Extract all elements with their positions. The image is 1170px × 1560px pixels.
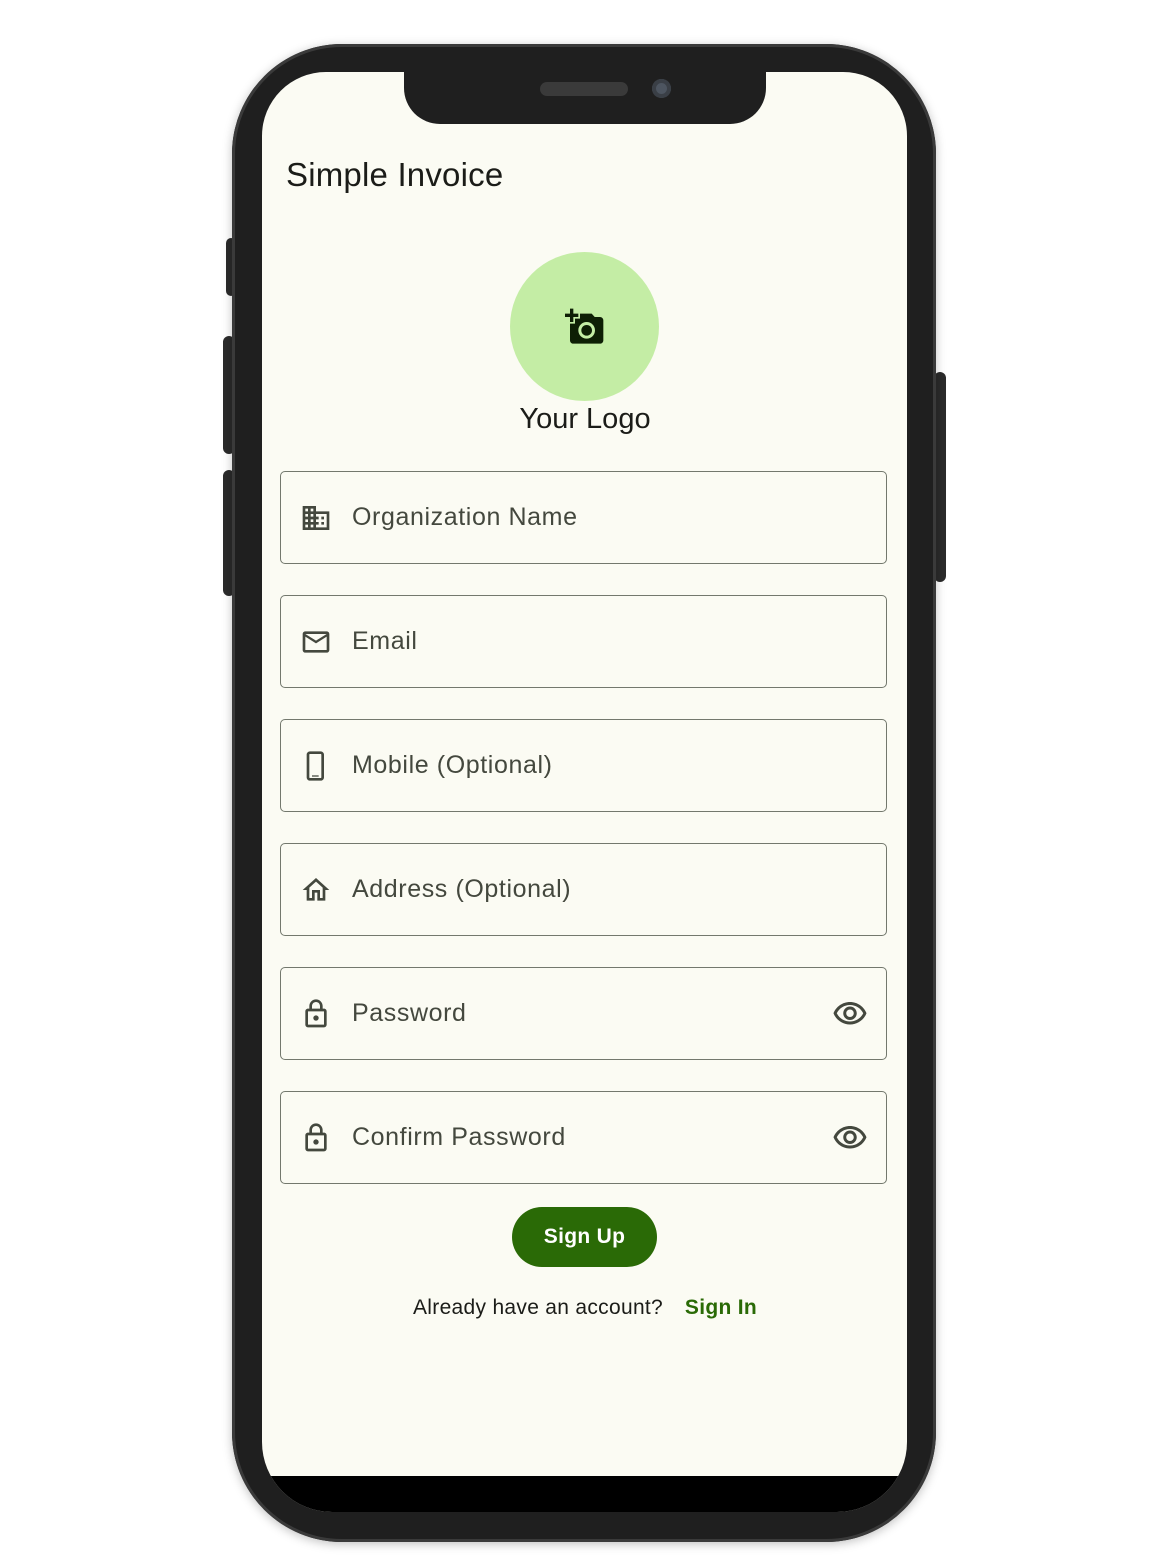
email-input[interactable] (352, 627, 886, 656)
lock-icon (299, 1121, 333, 1155)
sign-in-link[interactable]: Sign In (685, 1296, 757, 1319)
business-icon (299, 501, 333, 535)
app-title: Simple Invoice (286, 156, 504, 193)
password-input[interactable] (352, 999, 831, 1028)
organization-name-field[interactable] (280, 471, 887, 564)
confirm-password-input[interactable] (352, 1123, 831, 1152)
sign-in-prompt: Already have an account? (413, 1296, 664, 1319)
mobile-input[interactable] (352, 751, 886, 780)
add-a-photo-icon (564, 307, 605, 347)
mail-icon (299, 625, 333, 659)
screen-bottom-bar (262, 1476, 907, 1512)
logo-upload-button[interactable] (510, 252, 659, 401)
password-field[interactable] (280, 967, 887, 1060)
visibility-icon[interactable] (831, 995, 869, 1033)
front-camera (652, 79, 671, 98)
confirm-password-field[interactable] (280, 1091, 887, 1184)
lock-icon (299, 997, 333, 1031)
device-stage: Simple Invoice Your Logo Organization Na… (0, 0, 1170, 1560)
address-input[interactable] (352, 875, 886, 904)
phone-speaker (540, 82, 628, 96)
address-field[interactable] (280, 843, 887, 936)
sign-in-row: Already have an account? Sign In (0, 1296, 1170, 1320)
logo-label: Your Logo (519, 403, 651, 435)
mobile-field[interactable] (280, 719, 887, 812)
sign-up-button[interactable]: Sign Up (512, 1207, 657, 1267)
email-field[interactable] (280, 595, 887, 688)
visibility-icon[interactable] (831, 1119, 869, 1157)
smartphone-icon (299, 749, 333, 783)
organization-name-input[interactable] (352, 503, 886, 532)
home-icon (299, 873, 333, 907)
